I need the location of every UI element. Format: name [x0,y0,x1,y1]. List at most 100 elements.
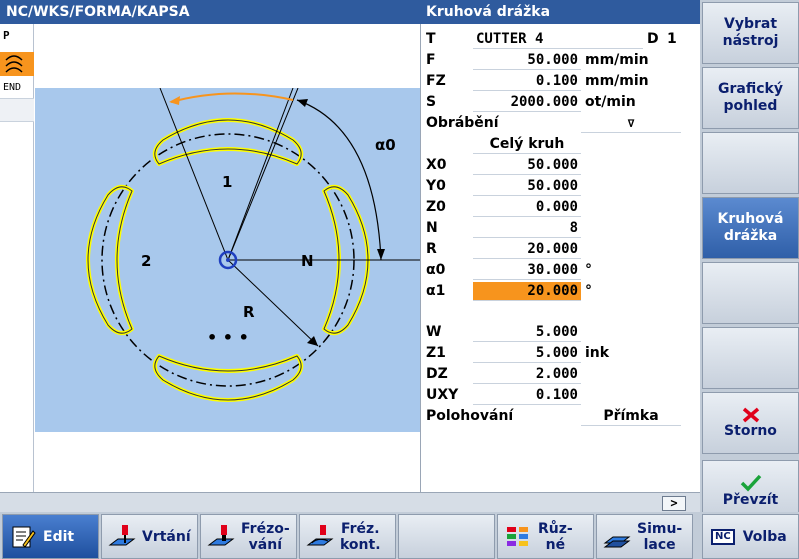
param-row-machining: Obrábění ∇ [421,113,701,134]
machining-select[interactable]: ∇ [581,114,681,133]
param-row-y0: Y0 50.000 [421,176,701,197]
alpha0-label: α0 [375,136,396,154]
various-softkey[interactable]: Růz-né [497,514,594,559]
simulation-label-2: lace [643,536,676,553]
circular-slot-label-2: drážka [723,228,778,244]
z1-field[interactable]: 5.000 [473,344,581,363]
param-row-dz: DZ 2.000 [421,364,701,385]
edit-label: Edit [43,528,75,545]
slot-label-1: 1 [222,173,232,191]
contour-milling-label: Fréz. kont. [340,521,381,553]
dz-field[interactable]: 2.000 [473,365,581,384]
circular-slot-softkey[interactable]: Kruhová drážka [702,197,799,259]
circular-slot-label-1: Kruhová [717,211,784,227]
param-row-z0: Z0 0.000 [421,197,701,218]
param-label-alpha0: α0 [426,262,446,278]
z1-unit[interactable]: ink [585,345,609,361]
param-label-y0: Y0 [426,178,446,194]
graphic-view-label-2: pohled [723,98,778,114]
param-label-d: D [647,31,659,47]
strip-item-end[interactable]: END [0,80,34,96]
radius-field[interactable]: 20.000 [473,240,581,259]
empty-softkey-3[interactable] [702,132,799,194]
select-tool-label-1: Vybrat [723,16,778,32]
edit-softkey[interactable]: Edit [2,514,99,559]
more-softkeys-button[interactable]: > [662,496,686,511]
slot-width-field[interactable]: 5.000 [473,323,581,342]
param-label-alpha1: α1 [426,283,446,299]
radial-line-b [227,87,294,261]
param-label-f: F [426,52,436,68]
drilling-softkey[interactable]: Vrtání [101,514,198,559]
empty-softkey-5[interactable] [702,262,799,324]
milling-icon [207,524,235,545]
help-graphic: α1 α0 1 2 N R • • • [35,69,420,432]
horizontal-softkey-bar: Edit Vrtání Frézo-vání Fréz. kont. Růz- … [0,512,799,559]
circular-slot-icon [5,55,23,73]
circle-mode-toggle[interactable]: Celý kruh [473,135,581,154]
edit-pencil-icon [12,526,36,548]
program-path-title: NC/WKS/FORMA/KAPSA [0,0,420,24]
param-label-uxy: UXY [426,387,459,403]
param-row-x0: X0 50.000 [421,155,701,176]
contour-milling-softkey[interactable]: Fréz. kont. [299,514,396,559]
spindle-speed-field[interactable]: 2000.000 [473,93,581,112]
alpha1-arc [170,92,294,103]
drilling-label: Vrtání [142,528,191,545]
alpha0-unit: ° [585,262,592,278]
tool-d-value[interactable]: 1 [667,31,677,47]
graphic-view-label-1: Grafický [718,81,783,97]
milling-softkey[interactable]: Frézo-vání [200,514,297,559]
param-row-s: S 2000.000 ot/min [421,92,701,113]
param-row-n: N 8 [421,218,701,239]
param-label-n: N [426,220,438,236]
param-row-circle: Celý kruh [421,134,701,155]
alpha0-field[interactable]: 30.000 [473,261,581,280]
param-row-r: R 20.000 [421,239,701,260]
positioning-select[interactable]: Přímka [581,407,681,426]
vertical-softkey-bar: Vybrat nástroj Grafický pohled Kruhová d… [700,0,799,559]
n-label: N [301,252,314,270]
strip-empty-cell [0,98,34,122]
tool-name-field[interactable]: CUTTER 4 [473,30,643,49]
milling-label-1: Frézo- [241,520,290,537]
nc-badge-icon: NC [711,528,735,545]
strip-item-p[interactable]: P [0,28,34,44]
alpha1-unit: ° [585,283,592,299]
feed-fz-field[interactable]: 0.100 [473,72,581,91]
milling-label-2: vání [248,536,282,553]
select-softkey[interactable]: NC Volba [702,514,799,559]
uxy-field[interactable]: 0.100 [473,386,581,405]
param-row-fz: FZ 0.100 mm/min [421,71,701,92]
empty-softkey-6[interactable] [702,327,799,389]
radial-line-a [159,87,229,261]
x0-field[interactable]: 50.000 [473,156,581,175]
cancel-label: Storno [724,422,777,439]
empty-bottom-softkey[interactable] [398,514,495,559]
milling-label: Frézo-vání [241,521,290,553]
strip-item-slot-icon[interactable] [0,52,34,76]
accept-check-icon [740,474,761,492]
feed-f-field[interactable]: 50.000 [473,51,581,70]
various-label-1: Růz- [538,520,573,537]
select-tool-softkey[interactable]: Vybrat nástroj [702,2,799,64]
simulation-softkey[interactable]: Simu-lace [596,514,693,559]
cancel-x-icon [742,407,759,422]
contour-milling-label-1: Fréz. [340,520,380,537]
graphic-view-softkey[interactable]: Grafický pohled [702,67,799,129]
alpha1-field[interactable]: 20.000 [473,282,581,301]
slot-count-field[interactable]: 8 [473,219,581,238]
z0-field[interactable]: 0.000 [473,198,581,217]
simulation-label: Simu-lace [637,521,682,553]
y0-field[interactable]: 50.000 [473,177,581,196]
r-label: R [243,303,255,321]
parameter-panel: T CUTTER 4 D 1 F 50.000 mm/min FZ 0.100 … [420,24,700,492]
cancel-softkey[interactable]: Storno [702,392,799,454]
param-label-w: W [426,324,442,340]
radial-line-c [227,87,299,261]
param-row-uxy: UXY 0.100 [421,385,701,406]
various-label: Růz-né [538,521,573,553]
program-block-strip: P END [0,24,34,492]
param-row-positioning: Polohování Přímka [421,406,701,427]
param-label-r: R [426,241,437,257]
